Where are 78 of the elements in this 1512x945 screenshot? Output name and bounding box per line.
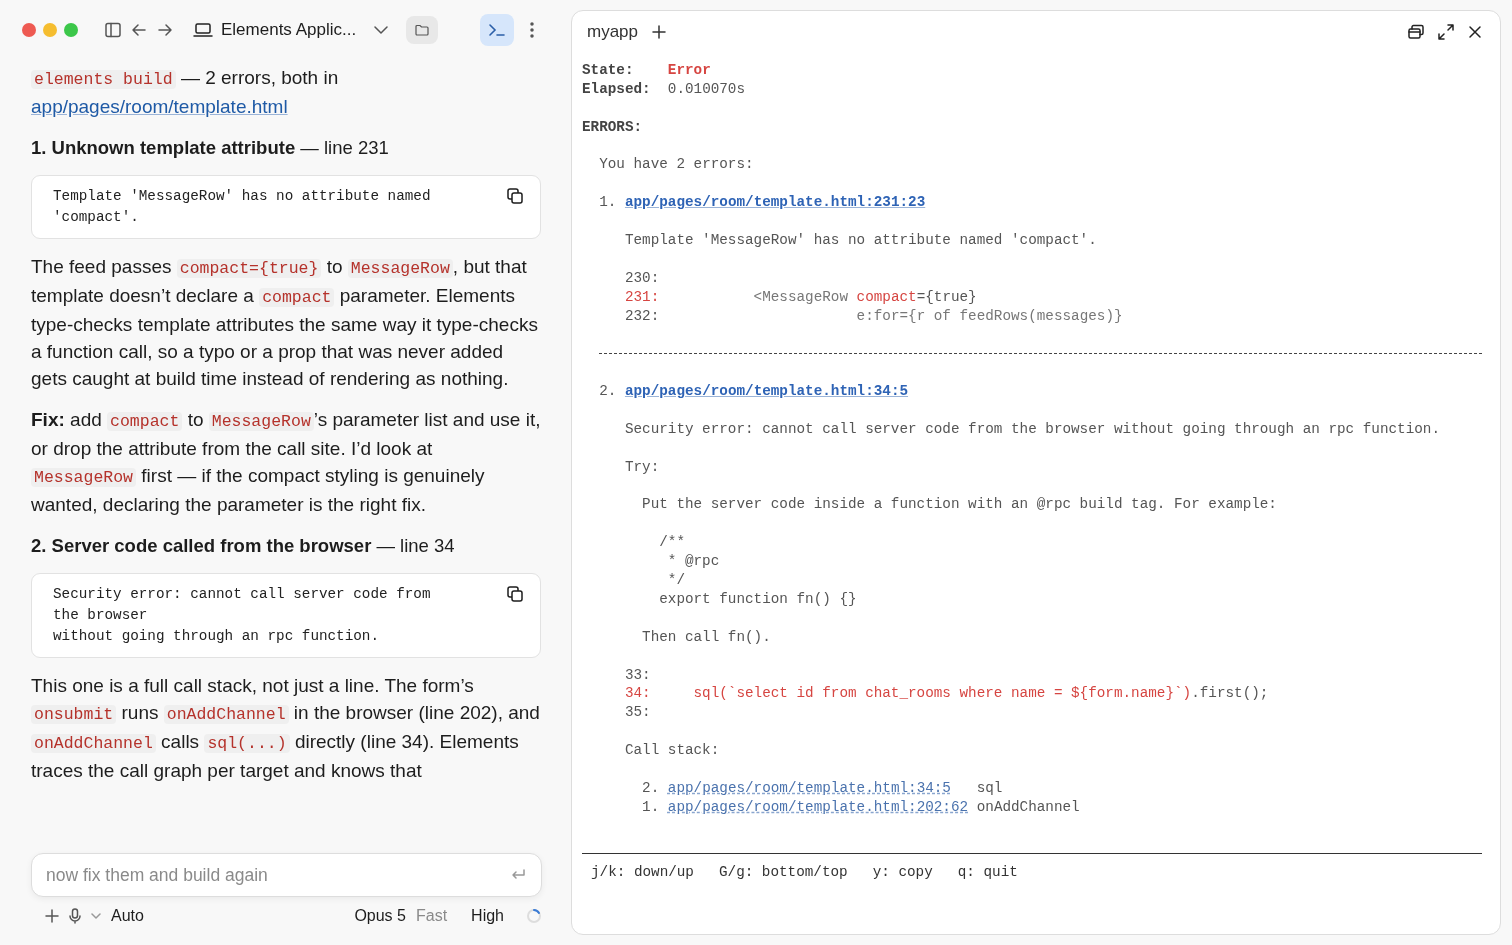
key-hint: y: copy xyxy=(872,864,933,880)
terminal-text: sql xyxy=(976,779,1003,796)
terminal-button[interactable] xyxy=(480,14,515,46)
folder-button[interactable] xyxy=(406,16,439,44)
message-input[interactable]: now fix them and build again xyxy=(31,853,542,897)
terminal-icon xyxy=(488,23,507,37)
close-icon[interactable] xyxy=(1468,25,1482,39)
terminal-text: Put the server code inside a function with an @rpc build tag. For example: xyxy=(642,496,1277,513)
terminal-text: 232: xyxy=(624,307,660,324)
code-text: Security error: cannot call server code from the browser without going through an rpc function. xyxy=(53,585,431,646)
terminal-tab[interactable]: myapp xyxy=(587,22,639,42)
status-value: Error xyxy=(667,62,711,78)
forward-icon[interactable] xyxy=(157,22,173,38)
terminal-text: Call stack: xyxy=(624,742,720,759)
code-text: e:for={r of feedRows(messages)} xyxy=(856,307,1123,324)
terminal-text: 1. xyxy=(642,798,660,815)
terminal-text: 2. xyxy=(642,779,660,796)
terminal-text: You have 2 errors: xyxy=(599,156,754,173)
field-label: ERRORS: xyxy=(582,118,643,135)
terminal-text: /** xyxy=(659,534,685,551)
spinner-icon xyxy=(526,908,542,924)
terminal-text: ={true} xyxy=(916,288,977,305)
paragraph: elements build — 2 errors, both in app/pages/room/template.html xyxy=(31,66,340,119)
file-link[interactable]: app/pages/room/template.html:202:62 xyxy=(667,798,969,815)
effort-selector[interactable]: High xyxy=(471,907,504,925)
terminal-text: export function fn() {} xyxy=(659,590,857,607)
plus-icon[interactable] xyxy=(45,909,59,923)
terminal-text: 35: xyxy=(624,704,651,721)
terminal-text: 0.010070s xyxy=(667,80,746,97)
paragraph: This one is a full call stack, not just a line. The form’s onsubmit runs onAddChannel in the browser (line 202), and onAddChannel calls sql(...) directly (line 34). Elements traces the call graph per target and knows that xyxy=(31,674,541,783)
key-hint: q: quit xyxy=(957,864,1018,880)
project-title: Elements Applic... xyxy=(221,20,357,40)
folder-icon xyxy=(415,24,430,36)
terminal-text: * @rpc xyxy=(667,553,720,570)
laptop-icon xyxy=(193,22,213,38)
terminal-text: Template 'MessageRow' has no attribute named 'compact'. xyxy=(624,232,1097,248)
terminal-text: Security error: cannot call server code from the browser without going through an rpc function. xyxy=(624,420,1440,437)
terminal-text: Then call fn(). xyxy=(642,628,771,645)
key-hint: j/k: down/up xyxy=(591,864,694,880)
copy-icon[interactable] xyxy=(507,586,523,602)
more-icon[interactable] xyxy=(530,22,535,38)
expand-icon[interactable] xyxy=(1438,24,1454,40)
key-hint: G/g: bottom/top xyxy=(718,864,848,880)
mode-selector[interactable]: Auto xyxy=(111,907,144,925)
paragraph: Fix: add compact to MessageRow’s parameter list and use it, or drop the attribute from the call site. I’d look at MessageRow first — if the compact styling is genuinely wanted, declaring the parameter is the right fix. xyxy=(31,408,541,517)
terminal-text: 230: xyxy=(624,269,660,286)
return-icon[interactable] xyxy=(510,868,526,882)
section-heading: 1. Unknown template attribute — line 231 xyxy=(31,136,390,160)
chevron-down-icon[interactable] xyxy=(374,25,389,35)
model-selector[interactable]: Opus 5 xyxy=(354,907,406,925)
terminal-text: 33: xyxy=(624,666,651,683)
error-text: 34: sql(`select id from chat_rooms where name = ${form.name}`) xyxy=(624,685,1192,702)
section-heading: 2. Server code called from the browser — line 34 xyxy=(31,534,456,558)
sidebar-icon[interactable] xyxy=(105,22,121,38)
code-text: Template 'MessageRow' has no attribute named 'compact'. xyxy=(53,187,431,227)
file-link[interactable]: app/pages/room/template.html:34:5 xyxy=(624,383,909,400)
window-control[interactable] xyxy=(22,23,36,37)
paragraph: The feed passes compact={true} to MessageRow, but that template doesn’t declare a compact parameter. Elements type-checks template attributes the same way it type-checks a function call, so a typo or a prop that was never added gets caught at build time instead of rendering as nothing. xyxy=(31,255,539,391)
terminal-text: */ xyxy=(667,572,685,589)
terminal-text: onAddChannel xyxy=(976,798,1080,815)
code-text: <MessageRow xyxy=(753,288,848,305)
copy-icon[interactable] xyxy=(507,188,523,204)
speed-label[interactable]: Fast xyxy=(415,907,448,925)
back-icon[interactable] xyxy=(131,22,147,38)
windows-icon[interactable] xyxy=(1408,24,1424,40)
field-label: State: xyxy=(582,62,634,78)
error-text: 231: xyxy=(624,288,660,305)
plus-icon[interactable] xyxy=(652,25,667,39)
terminal-text: Try: xyxy=(624,458,660,475)
microphone-icon[interactable] xyxy=(69,908,81,924)
error-text: compact xyxy=(856,288,917,305)
file-link[interactable]: app/pages/room/template.html:231:23 xyxy=(624,194,926,211)
field-label: Elapsed: xyxy=(582,80,651,97)
file-link[interactable]: app/pages/room/template.html xyxy=(31,96,288,117)
file-link[interactable]: app/pages/room/template.html:34:5 xyxy=(667,779,951,796)
terminal-text: 2. xyxy=(599,383,617,400)
terminal-text: .first(); xyxy=(1191,685,1269,702)
terminal-text: 1. xyxy=(599,194,617,211)
